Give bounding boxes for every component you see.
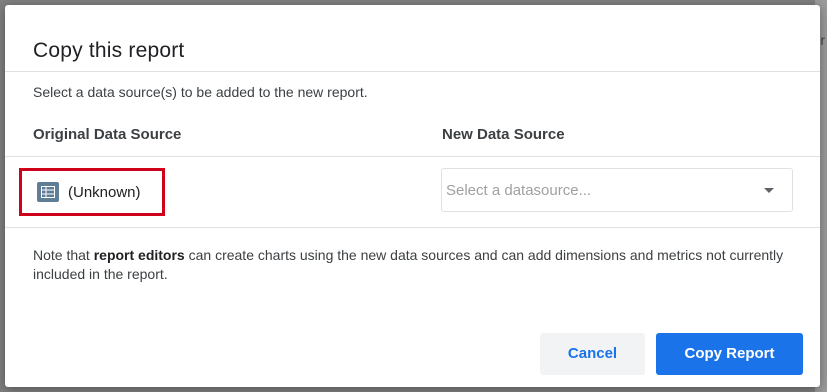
row-divider xyxy=(5,227,820,228)
editor-note: Note that report editors can create char… xyxy=(33,246,803,284)
dialog-title: Copy this report xyxy=(33,39,185,62)
dialog-subtitle: Select a data source(s) to be added to t… xyxy=(33,84,368,100)
note-prefix: Note that xyxy=(33,247,94,263)
note-bold: report editors xyxy=(93,247,185,263)
original-data-source-row: (Unknown) xyxy=(19,168,165,216)
table-icon xyxy=(37,182,59,202)
cancel-button[interactable]: Cancel xyxy=(540,333,645,375)
background-text: r xyxy=(820,32,825,48)
original-data-source-label: (Unknown) xyxy=(68,184,141,201)
copy-report-button[interactable]: Copy Report xyxy=(656,333,803,375)
header-divider xyxy=(5,156,820,157)
original-data-source-header: Original Data Source xyxy=(33,126,182,143)
title-divider xyxy=(5,71,820,72)
select-placeholder: Select a datasource... xyxy=(446,182,592,199)
new-data-source-header: New Data Source xyxy=(442,126,565,143)
chevron-down-icon[interactable] xyxy=(764,188,774,193)
copy-report-dialog: Copy this report Select a data source(s)… xyxy=(5,5,820,387)
new-data-source-select[interactable]: Select a datasource... xyxy=(441,168,793,212)
